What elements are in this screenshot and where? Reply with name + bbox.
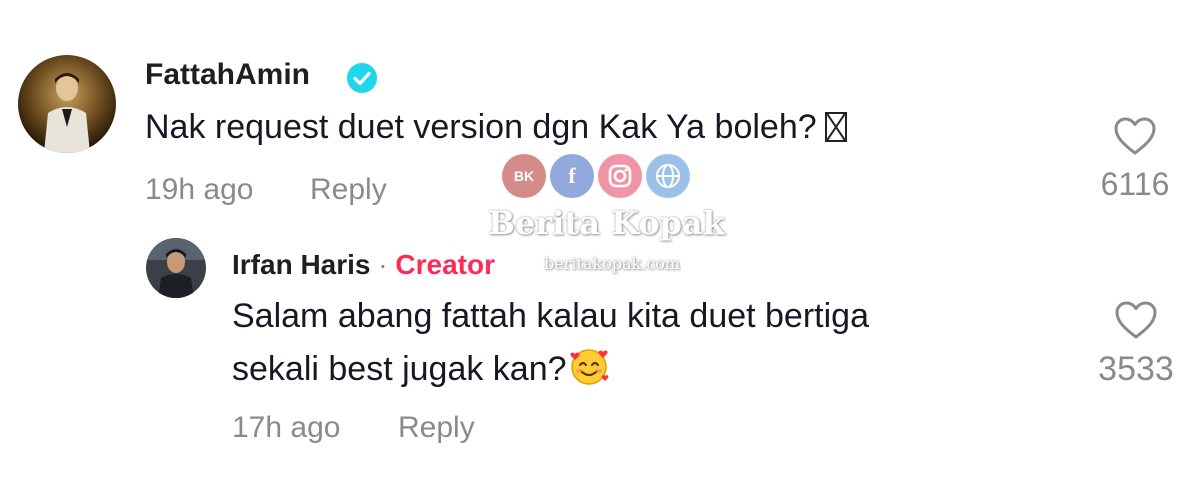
reply-text-line2: sekali best jugak kan? xyxy=(232,346,609,389)
missing-glyph-icon xyxy=(824,112,847,142)
verified-check-icon xyxy=(347,63,377,93)
heart-outline-icon[interactable] xyxy=(1113,116,1157,156)
watermark-logo-icon: BK xyxy=(502,154,546,198)
reply-text-content: sekali best jugak kan? xyxy=(232,350,567,388)
reply-username[interactable]: Irfan Haris xyxy=(232,249,371,280)
comment-text-content: Nak request duet version dgn Kak Ya bole… xyxy=(145,108,817,146)
like-count: 6116 xyxy=(1100,166,1170,202)
reply-like-count: 3533 xyxy=(1098,350,1174,388)
fattahamin-avatar[interactable] xyxy=(18,55,116,153)
reply-button[interactable]: Reply xyxy=(310,173,387,207)
watermark-brand: Berita Kopak xyxy=(488,204,725,242)
reply-username-line: Irfan Haris · Creator xyxy=(232,249,495,281)
watermark-site: beritakopak.com xyxy=(544,254,681,273)
instagram-icon xyxy=(598,154,642,198)
globe-icon xyxy=(646,154,690,198)
comments-panel: FattahAmin Nak request duet version dgn … xyxy=(0,0,1200,477)
comment-username[interactable]: FattahAmin xyxy=(145,58,310,92)
comment-timestamp: 19h ago xyxy=(145,173,254,206)
reply-like-button[interactable]: 3533 xyxy=(1086,300,1186,389)
irfanharis-avatar[interactable] xyxy=(146,238,206,298)
like-button[interactable]: 6116 xyxy=(1090,116,1180,203)
reply-text-line1: Salam abang fattah kalau kita duet berti… xyxy=(232,297,869,335)
reply-reply-button[interactable]: Reply xyxy=(398,411,475,445)
facebook-icon: f xyxy=(550,154,594,198)
heart-outline-icon[interactable] xyxy=(1114,300,1158,340)
smiling-face-with-hearts-icon xyxy=(570,349,608,385)
watermark: BK f Berita Kopak beritakopak.com xyxy=(470,150,730,280)
creator-badge: Creator xyxy=(395,249,495,280)
comment-text: Nak request duet version dgn Kak Ya bole… xyxy=(145,108,847,147)
separator-dot: · xyxy=(378,249,388,280)
reply-timestamp: 17h ago xyxy=(232,411,341,444)
